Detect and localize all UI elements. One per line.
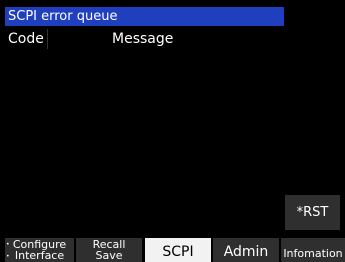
column-header-code: Code [5, 29, 48, 49]
panel-title: SCPI error queue [5, 7, 284, 26]
softkey-admin[interactable]: Admin [213, 238, 279, 262]
softkey-recall-save[interactable]: Recall Save [76, 238, 142, 262]
softkey-label-line2: Save [95, 249, 123, 262]
softkey-configure-interface[interactable]: • • Configure Interface [5, 238, 74, 262]
column-header-message: Message [112, 31, 174, 47]
bullet-icon: • [6, 241, 10, 248]
table-header: Code Message [5, 29, 284, 49]
bullet-icon: • [6, 253, 10, 260]
rst-button[interactable]: *RST [285, 195, 340, 230]
softkey-label-line2: Interface [14, 249, 65, 262]
softkey-bar: • • Configure Interface Recall Save SCPI… [0, 238, 345, 262]
softkey-scpi[interactable]: SCPI [145, 238, 211, 262]
softkey-information[interactable]: Infomation [281, 238, 345, 262]
